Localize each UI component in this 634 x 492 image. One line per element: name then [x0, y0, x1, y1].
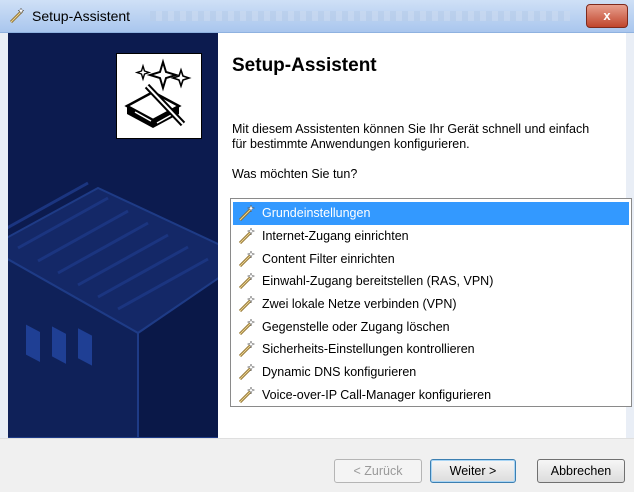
list-item-label: Dynamic DNS konfigurieren	[262, 365, 417, 380]
cancel-button[interactable]: Abbrechen	[537, 459, 625, 483]
list-item-label: Zwei lokale Netze verbinden (VPN)	[262, 297, 457, 312]
wand-icon	[238, 318, 256, 335]
wizard-sidebar	[8, 33, 218, 438]
list-item-label: Sicherheits-Einstellungen kontrollieren	[262, 342, 475, 357]
title-bar: Setup-Assistent x	[0, 0, 634, 33]
wand-icon	[238, 272, 256, 290]
wizard-main-panel: Setup-Assistent Mit diesem Assistenten k…	[218, 33, 632, 438]
button-bar: < Zurück Weiter > Abbrechen	[0, 438, 634, 492]
wizard-logo-icon	[116, 53, 202, 139]
wand-icon	[238, 250, 256, 267]
list-item[interactable]: Voice-over-IP Call-Manager konfigurieren	[233, 384, 629, 407]
wand-icon	[238, 340, 256, 358]
wand-icon	[238, 386, 256, 403]
wizard-content: Setup-Assistent Mit diesem Assistenten k…	[8, 33, 632, 438]
setup-wizard-window: Setup-Assistent x Setup-Assistent Mit di…	[0, 0, 634, 492]
close-button[interactable]: x	[586, 4, 628, 28]
title-bar-decoration	[150, 11, 570, 21]
list-item-label: Grundeinstellungen	[262, 206, 371, 221]
wand-icon	[238, 204, 256, 222]
list-item[interactable]: Content Filter einrichten	[233, 247, 629, 270]
list-item[interactable]: Einwahl-Zugang bereitstellen (RAS, VPN)	[233, 270, 629, 293]
next-button[interactable]: Weiter >	[430, 459, 516, 483]
list-item-label: Content Filter einrichten	[262, 251, 395, 266]
window-title: Setup-Assistent	[32, 8, 131, 24]
list-item-label: Voice-over-IP Call-Manager konfigurieren	[262, 387, 492, 402]
list-item[interactable]: Sicherheits-Einstellungen kontrollieren	[233, 338, 629, 361]
list-item[interactable]: Grundeinstellungen	[233, 202, 629, 225]
list-item[interactable]: Dynamic DNS konfigurieren	[233, 361, 629, 384]
description-text: Mit diesem Assistenten können Sie Ihr Ge…	[232, 122, 590, 151]
list-item-label: Gegenstelle oder Zugang löschen	[262, 319, 450, 334]
list-item[interactable]: Gegenstelle oder Zugang löschen	[233, 315, 629, 338]
back-button[interactable]: < Zurück	[334, 459, 422, 483]
page-title: Setup-Assistent	[232, 55, 377, 76]
wand-icon	[9, 7, 25, 24]
wand-icon	[238, 227, 256, 245]
wand-icon	[238, 363, 256, 381]
task-listbox[interactable]: Grundeinstellungen Internet-Zugang einri…	[230, 198, 632, 407]
list-item-label: Internet-Zugang einrichten	[262, 229, 409, 244]
list-item[interactable]: Zwei lokale Netze verbinden (VPN)	[233, 293, 629, 316]
list-item[interactable]: Internet-Zugang einrichten	[233, 225, 629, 248]
list-item-label: Einwahl-Zugang bereitstellen (RAS, VPN)	[262, 274, 494, 289]
wand-icon	[238, 295, 256, 313]
question-label: Was möchten Sie tun?	[232, 167, 358, 181]
